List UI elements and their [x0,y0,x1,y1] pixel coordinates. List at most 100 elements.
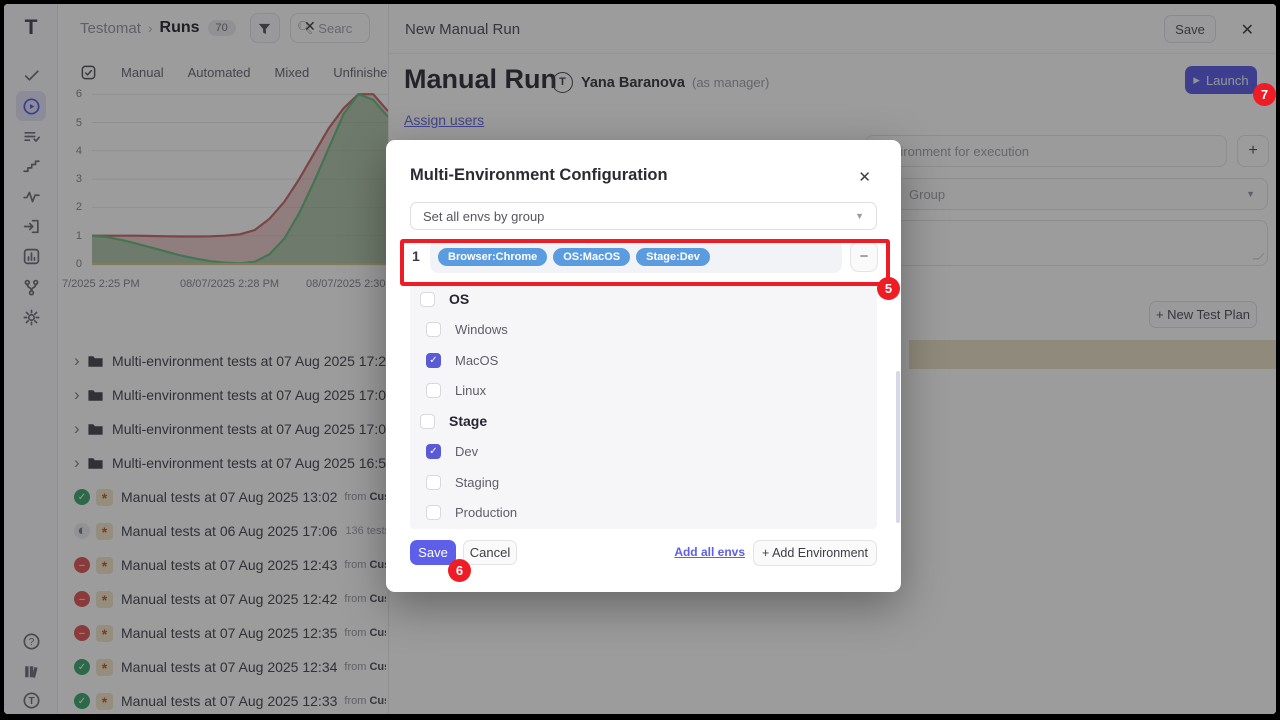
add-environment-plus-button[interactable]: + [1237,135,1269,167]
manual-run-icon: * [96,523,113,540]
close-icon[interactable]: ✕ [1241,20,1254,40]
sidebar-item-bar-chart-icon[interactable] [19,244,43,268]
checkbox-production[interactable] [426,505,441,520]
checkbox-row-windows[interactable]: Windows [410,315,877,346]
manual-run-icon: * [96,659,113,676]
run-row[interactable]: –*Manual tests at 07 Aug 2025 12:35from … [74,621,386,645]
run-row[interactable]: ◐*Manual tests at 06 Aug 2025 17:06136 t… [74,519,386,543]
search-input[interactable]: 🔍︎ Searc [290,13,370,43]
new-test-plan-button[interactable]: + New Test Plan [1149,301,1257,328]
y-axis-tick: 6 [62,88,82,100]
checkbox-label: Linux [455,383,486,398]
multi-environment-modal: Multi-Environment Configuration ✕ Set al… [386,140,901,592]
chevron-right-icon[interactable]: › [74,351,87,371]
checkbox-macos[interactable]: ✓ [426,353,441,368]
sidebar-item-list-check-icon[interactable] [19,124,43,148]
svg-text:?: ? [28,636,34,647]
checkbox-staging[interactable] [426,475,441,490]
breadcrumb-app[interactable]: Testomat [80,20,141,37]
environment-input[interactable]: Environment for execution [865,135,1227,167]
panel-title: New Manual Run [405,21,520,38]
checkbox-row-linux[interactable]: Linux [410,376,877,407]
run-row[interactable]: –*Manual tests at 07 Aug 2025 12:43from … [74,553,386,577]
modal-save-button[interactable]: Save [410,540,456,565]
run-group-row[interactable]: ›Multi-environment tests at 07 Aug 2025 … [74,349,386,373]
checkbox-dev[interactable]: ✓ [426,444,441,459]
sidebar-item-sign-in-icon[interactable] [19,214,43,238]
sidebar-item-library-icon[interactable] [19,659,43,683]
chevron-right-icon[interactable]: › [74,419,87,439]
tab-automated[interactable]: Automated [188,65,251,80]
launch-button[interactable]: ▸ Launch [1185,66,1257,94]
checkbox-linux[interactable] [426,383,441,398]
tab-manual[interactable]: Manual [121,65,164,80]
run-group-row[interactable]: ›Multi-environment tests at 07 Aug 2025 … [74,451,386,475]
runs-count-badge: 70 [208,20,236,36]
t-circle-icon: T [22,691,41,710]
app-logo[interactable]: T [4,16,58,40]
breadcrumb-current[interactable]: Runs [160,19,200,37]
topbar: Testomat › Runs 70 🔍︎ Searc [58,4,388,52]
sidebar-item-check-icon[interactable] [19,63,43,87]
y-axis-tick: 4 [62,145,82,157]
sidebar-item-branch-icon[interactable] [19,275,43,299]
run-group-row[interactable]: ›Multi-environment tests at 07 Aug 2025 … [74,417,386,441]
save-button[interactable]: Save [1164,15,1216,43]
modal-cancel-button[interactable]: Cancel [463,540,517,565]
sidebar-item-help-icon[interactable]: ? [19,629,43,653]
panel-header: New Manual Run Save ✕ [389,4,1276,54]
sidebar-item-t-circle-icon[interactable]: T [19,688,43,712]
folder-icon [87,455,104,472]
resize-grip-icon[interactable] [1252,253,1265,259]
status-failed-icon: – [74,557,90,573]
annotation-badge-5: 5 [877,277,900,300]
run-group-row[interactable]: ›Multi-environment tests at 07 Aug 2025 … [74,383,386,407]
breadcrumb-separator: › [148,20,153,36]
group-placeholder: Group [909,187,945,202]
checkbox-row-dev[interactable]: ✓Dev [410,437,877,468]
x-axis-tick: 08/07/2025 2:28 PM [180,278,279,290]
sidebar-item-play-circle-icon[interactable] [16,91,46,121]
checkbox-row-stage[interactable]: Stage [410,406,877,437]
run-row[interactable]: ✓*Manual tests at 07 Aug 2025 13:02from … [74,485,386,509]
checkbox-row-macos[interactable]: ✓ MacOS [410,345,877,376]
add-environment-button[interactable]: + Add Environment [753,540,877,566]
checkbox-row-production[interactable]: Production [410,498,877,529]
y-axis-tick: 5 [62,117,82,129]
run-source: from Custo [344,627,386,639]
group-select[interactable]: Group ▼ [896,178,1268,210]
run-row[interactable]: ✓*Manual tests at 07 Aug 2025 12:34from … [74,655,386,679]
set-envs-by-group-select[interactable]: Set all envs by group ▼ [410,202,877,230]
report-checklist-icon[interactable] [80,64,97,81]
tab-unfinished[interactable]: Unfinished [333,65,394,80]
x-axis-tick: 7/2025 2:25 PM [62,278,140,290]
checkbox-row-staging[interactable]: Staging [410,467,877,498]
run-row[interactable]: ✓*Manual tests at 07 Aug 2025 12:33from … [74,689,386,713]
tab-mixed[interactable]: Mixed [275,65,310,80]
annotation-rectangle [400,239,890,286]
sidebar-item-gear-icon[interactable] [19,305,43,329]
sidebar-item-activity-icon[interactable] [19,184,43,208]
checkbox-os[interactable] [420,292,435,307]
checkbox-windows[interactable] [426,322,441,337]
checkbox-stage[interactable] [420,414,435,429]
run-title: Manual tests at 07 Aug 2025 12:42 [121,591,337,607]
chevron-right-icon[interactable]: › [74,453,87,473]
assign-users-link[interactable]: Assign users [404,112,484,128]
chevron-right-icon[interactable]: › [74,385,87,405]
checkbox-label: MacOS [455,353,498,368]
filter-button[interactable] [250,13,280,43]
checkbox-label: Staging [455,475,499,490]
y-axis-tick: 2 [62,201,82,213]
search-clear-icon[interactable]: ✕ [304,18,316,35]
checkbox-row-os[interactable]: OS [410,284,877,315]
description-textarea[interactable] [896,220,1268,266]
run-row[interactable]: –*Manual tests at 07 Aug 2025 12:42from … [74,587,386,611]
modal-close-icon[interactable]: ✕ [858,168,871,186]
checkbox-label: Stage [449,413,487,429]
sidebar-item-steps-icon[interactable] [19,154,43,178]
add-all-envs-link[interactable]: Add all envs [674,545,745,559]
panel-scrollbar[interactable] [896,371,900,523]
modal-title: Multi-Environment Configuration [410,166,668,185]
chevron-down-icon: ▼ [855,211,864,221]
